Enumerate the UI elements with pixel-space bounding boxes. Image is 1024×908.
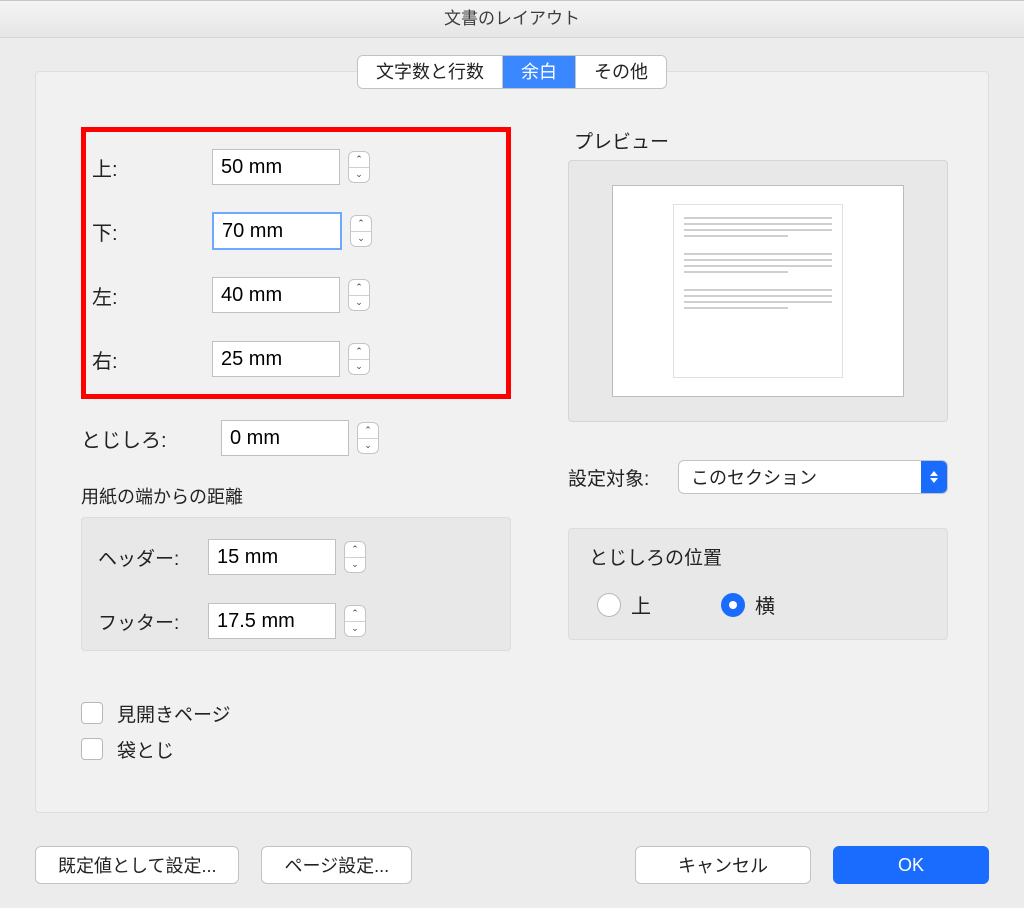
chevron-down-icon: ⌄ [345, 622, 365, 637]
tab-bar: 文字数と行数 余白 その他 [357, 55, 667, 89]
chevron-up-icon: ⌃ [349, 152, 369, 168]
facing-pages-label: 見開きページ [117, 700, 231, 727]
chevron-down-icon: ⌄ [349, 360, 369, 375]
facing-pages-check[interactable]: 見開きページ [81, 695, 511, 731]
margin-bottom-stepper[interactable]: ⌃⌄ [350, 215, 372, 247]
chevron-down-icon: ⌄ [349, 168, 369, 183]
gutter-side-label: 横 [755, 590, 775, 619]
gutter-top-label: 上 [631, 590, 651, 619]
preview-label: プレビュー [568, 127, 948, 154]
margin-top-row: 上: ⌃⌄ [92, 142, 496, 192]
header-distance-label: ヘッダー: [98, 544, 208, 571]
preview-paper [612, 185, 904, 397]
dialog-window: 文書のレイアウト 文字数と行数 余白 その他 上: ⌃⌄ 下: ⌃⌄ [0, 0, 1024, 908]
footer-distance-row: フッター: ⌃⌄ [98, 596, 494, 646]
left-column: 上: ⌃⌄ 下: ⌃⌄ 左: ⌃⌄ 右: ⌃⌄ [81, 127, 511, 767]
margin-right-row: 右: ⌃⌄ [92, 334, 496, 384]
checkbox-icon [81, 738, 103, 760]
margin-left-stepper[interactable]: ⌃⌄ [348, 279, 370, 311]
chevron-up-icon: ⌃ [358, 423, 378, 439]
page-setup-button[interactable]: ページ設定... [261, 846, 412, 884]
apply-to-row: 設定対象: このセクション [568, 460, 948, 494]
tab-chars-lines[interactable]: 文字数と行数 [358, 56, 503, 88]
margin-right-label: 右: [92, 345, 212, 374]
cancel-button[interactable]: キャンセル [635, 846, 811, 884]
apply-to-select[interactable]: このセクション [678, 460, 948, 494]
margins-highlight: 上: ⌃⌄ 下: ⌃⌄ 左: ⌃⌄ 右: ⌃⌄ [81, 127, 511, 399]
margin-bottom-input[interactable] [212, 212, 342, 250]
margin-left-label: 左: [92, 281, 212, 310]
window-title: 文書のレイアウト [0, 1, 1024, 38]
margin-top-input[interactable] [212, 149, 340, 185]
footer-distance-stepper[interactable]: ⌃⌄ [344, 605, 366, 637]
chevron-down-icon: ⌄ [351, 232, 371, 247]
radio-icon [597, 593, 621, 617]
book-fold-label: 袋とじ [117, 736, 174, 763]
gutter-top-radio[interactable]: 上 [597, 590, 651, 619]
header-distance-row: ヘッダー: ⌃⌄ [98, 532, 494, 582]
chevron-down-icon: ⌄ [345, 558, 365, 573]
chevron-up-icon: ⌃ [351, 216, 371, 232]
radio-icon [721, 593, 745, 617]
chevron-up-icon: ⌃ [349, 280, 369, 296]
margin-bottom-label: 下: [92, 217, 212, 246]
set-default-button[interactable]: 既定値として設定... [35, 846, 239, 884]
header-distance-input[interactable] [208, 539, 336, 575]
checkbox-icon [81, 702, 103, 724]
margin-right-stepper[interactable]: ⌃⌄ [348, 343, 370, 375]
footer-distance-label: フッター: [98, 608, 208, 635]
book-fold-check[interactable]: 袋とじ [81, 731, 511, 767]
tab-margins[interactable]: 余白 [503, 56, 576, 88]
chevron-up-icon: ⌃ [349, 344, 369, 360]
chevron-down-icon: ⌄ [349, 296, 369, 311]
gutter-row: とじしろ: ⌃⌄ [81, 413, 511, 463]
chevron-up-icon: ⌃ [345, 606, 365, 622]
select-arrow-icon [921, 461, 947, 493]
gutter-stepper[interactable]: ⌃⌄ [357, 422, 379, 454]
margin-right-input[interactable] [212, 341, 340, 377]
gutter-input[interactable] [221, 420, 349, 456]
margin-bottom-row: 下: ⌃⌄ [92, 206, 496, 256]
preview-page [673, 204, 843, 378]
edge-distance-label: 用紙の端からの距離 [81, 483, 511, 509]
margin-top-label: 上: [92, 153, 212, 182]
gutter-position-radios: 上 横 [589, 590, 927, 619]
dialog-content: 文字数と行数 余白 その他 上: ⌃⌄ 下: ⌃⌄ 左: [35, 71, 989, 813]
apply-to-label: 設定対象: [568, 464, 678, 491]
footer-distance-input[interactable] [208, 603, 336, 639]
right-column: プレビュー [568, 127, 948, 640]
dialog-footer: 既定値として設定... ページ設定... キャンセル OK [35, 846, 989, 884]
edge-distance-group: ヘッダー: ⌃⌄ フッター: ⌃⌄ [81, 517, 511, 651]
gutter-position-group: とじしろの位置 上 横 [568, 528, 948, 640]
options-checks: 見開きページ 袋とじ [81, 695, 511, 767]
gutter-label: とじしろ: [81, 424, 221, 453]
margin-left-input[interactable] [212, 277, 340, 313]
gutter-side-radio[interactable]: 横 [721, 590, 775, 619]
preview-box [568, 160, 948, 422]
margin-top-stepper[interactable]: ⌃⌄ [348, 151, 370, 183]
header-distance-stepper[interactable]: ⌃⌄ [344, 541, 366, 573]
tab-other[interactable]: その他 [576, 56, 666, 88]
margin-left-row: 左: ⌃⌄ [92, 270, 496, 320]
chevron-up-icon: ⌃ [345, 542, 365, 558]
ok-button[interactable]: OK [833, 846, 989, 884]
chevron-down-icon: ⌄ [358, 439, 378, 454]
gutter-position-label: とじしろの位置 [589, 543, 927, 570]
apply-to-value: このセクション [679, 464, 921, 490]
